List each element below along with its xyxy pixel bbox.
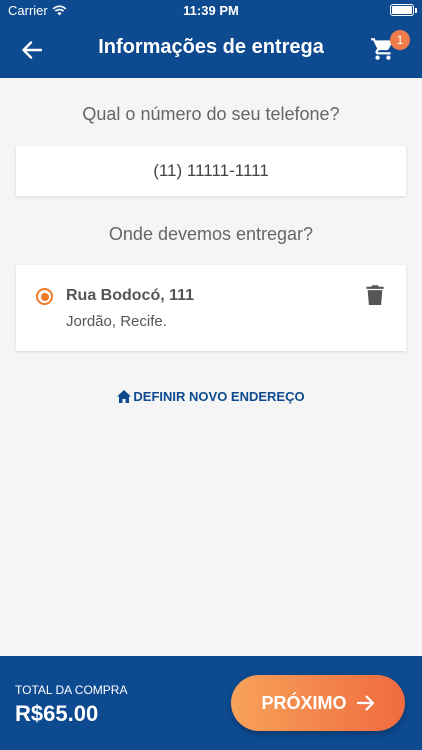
new-address-label: DEFINIR NOVO ENDEREÇO xyxy=(133,389,305,404)
address-card[interactable]: Rua Bodocó, 111 Jordão, Recife. xyxy=(16,265,406,351)
trash-icon[interactable] xyxy=(366,284,384,306)
total-value: R$65.00 xyxy=(15,701,99,726)
status-time: 11:39 PM xyxy=(183,3,239,18)
arrow-right-icon xyxy=(356,695,374,711)
nav-bar: Informações de entrega 1 xyxy=(0,22,422,78)
battery-icon xyxy=(390,4,417,16)
cart-count-badge: 1 xyxy=(390,30,410,50)
status-bar: Carrier 11:39 PM xyxy=(0,0,422,22)
radio-selected-icon[interactable] xyxy=(36,288,53,305)
phone-field-container xyxy=(16,146,406,196)
page-title: Informações de entrega xyxy=(98,36,324,58)
home-icon xyxy=(117,390,132,403)
back-arrow-icon xyxy=(22,41,42,59)
phone-question: Qual o número do seu telefone? xyxy=(82,104,340,124)
footer-bar: TOTAL DA COMPRA R$65.00 PRÓXIMO xyxy=(0,656,422,750)
address-street: Rua Bodocó, 111 xyxy=(66,287,195,304)
back-button[interactable] xyxy=(16,34,48,66)
address-city: Jordão, Recife. xyxy=(66,313,167,330)
phone-input[interactable] xyxy=(16,161,406,181)
new-address-button[interactable]: DEFINIR NOVO ENDEREÇO xyxy=(0,389,422,404)
total-label: TOTAL DA COMPRA xyxy=(15,683,128,697)
top-bar: Carrier 11:39 PM Informações de entrega … xyxy=(0,0,422,78)
cart-button[interactable]: 1 xyxy=(370,30,410,66)
delivery-question: Onde devemos entregar? xyxy=(108,224,314,244)
next-button[interactable]: PRÓXIMO xyxy=(231,675,405,731)
next-button-label: PRÓXIMO xyxy=(261,692,347,713)
